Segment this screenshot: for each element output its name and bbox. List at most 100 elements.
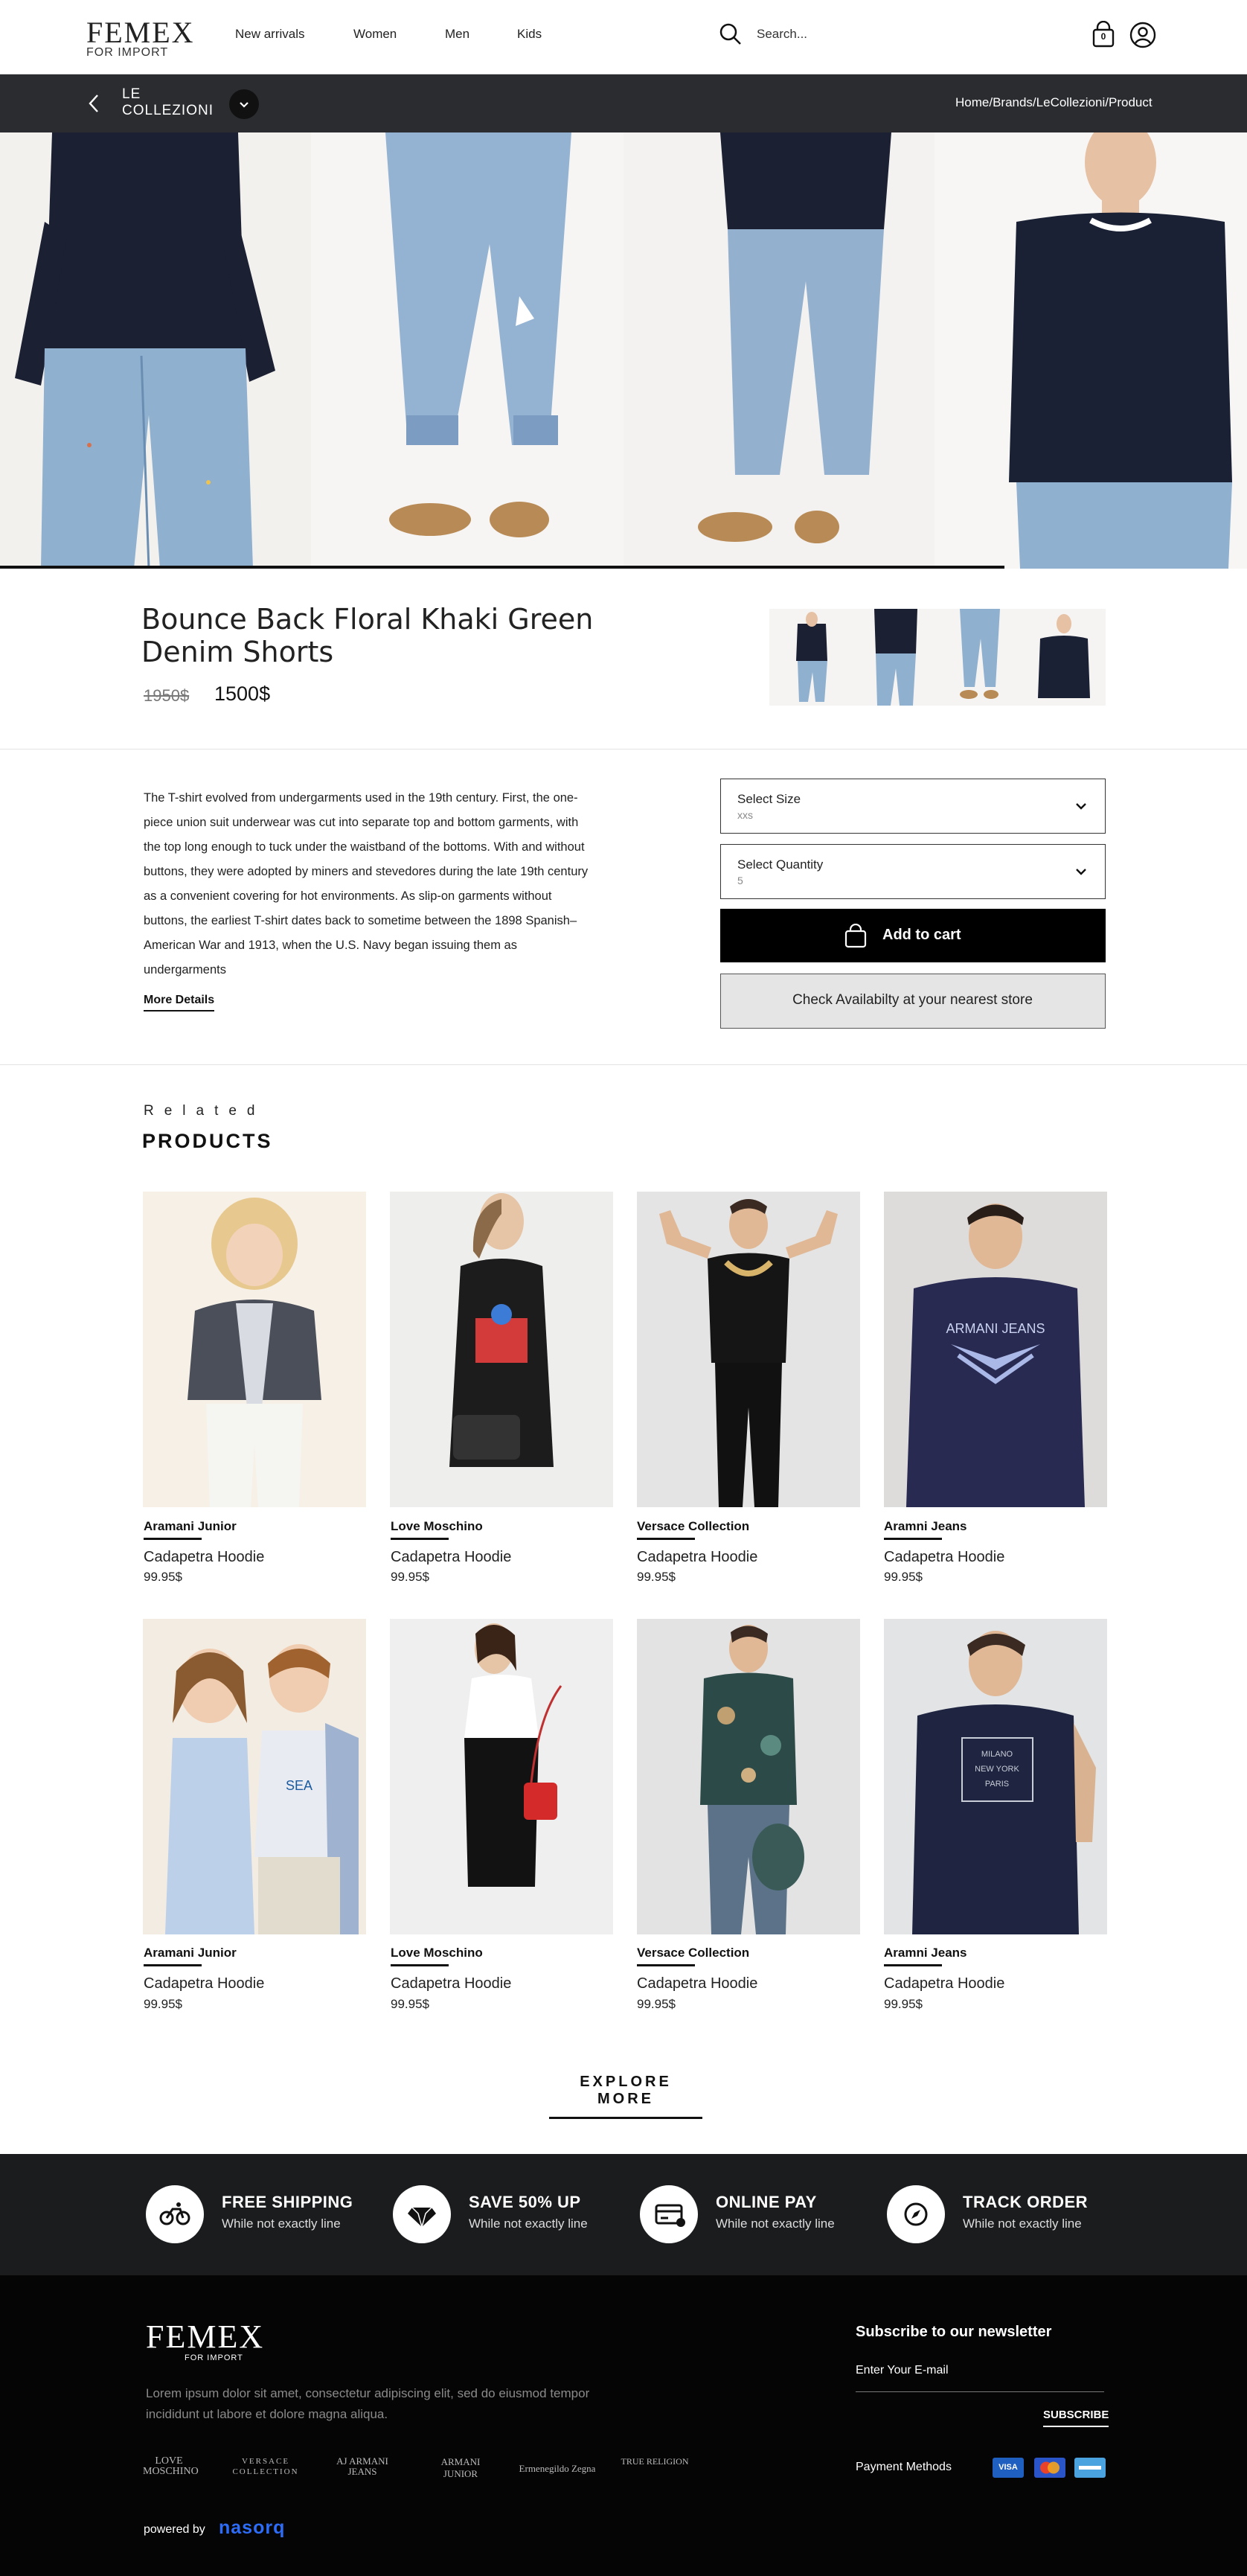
product-card-name[interactable]: Cadapetra Hoodie <box>144 1975 264 1992</box>
product-card-name[interactable]: Cadapetra Hoodie <box>884 1975 1004 1992</box>
product-card-image[interactable]: MILANO NEW YORK PARIS <box>884 1619 1107 1934</box>
subscribe-button[interactable]: SUBSCRIBE <box>1043 2409 1109 2427</box>
brand-name[interactable]: LE COLLEZIONI <box>122 86 214 119</box>
product-card-name[interactable]: Cadapetra Hoodie <box>144 1549 264 1566</box>
site-header: FEMEX FOR IMPORT New arrivals Women Men … <box>0 0 1247 74</box>
product-card-image[interactable]: ARMANI JEANS <box>884 1192 1107 1507</box>
size-select-label: Select Size <box>737 792 801 806</box>
svg-text:PARIS: PARIS <box>985 1780 1009 1789</box>
product-card-brand[interactable]: Love Moschino <box>391 1519 483 1534</box>
product-card-brand[interactable]: Versace Collection <box>637 1946 749 1960</box>
product-card-underline <box>391 1538 449 1540</box>
hero-image-4 <box>935 132 1247 569</box>
nav-new-arrivals[interactable]: New arrivals <box>235 27 305 42</box>
thumbnail-2[interactable] <box>853 609 937 706</box>
newsletter-title: Subscribe to our newsletter <box>856 2324 1052 2340</box>
product-card-price: 99.95$ <box>391 1997 429 2011</box>
hero-image-1 <box>0 132 311 569</box>
bag-icon <box>844 924 867 948</box>
powered-by-label: powered by <box>144 2523 205 2536</box>
size-select[interactable]: Select Size xxs <box>720 779 1106 834</box>
product-thumbnails <box>769 609 1106 706</box>
product-card-name[interactable]: Cadapetra Hoodie <box>391 1549 511 1566</box>
nav-men[interactable]: Men <box>445 27 469 42</box>
hero-gallery[interactable] <box>0 132 1247 569</box>
product-card-price: 99.95$ <box>144 1997 182 2011</box>
feature-subtitle: While not exactly line <box>716 2217 835 2231</box>
brand-logo[interactable]: TRUE RELIGION <box>621 2456 689 2467</box>
product-title-line2: Denim Shorts <box>141 636 334 668</box>
brand-logo[interactable]: LOVE MOSCHINO <box>143 2456 199 2477</box>
cart-icon[interactable]: 0 <box>1091 20 1116 49</box>
product-card-price: 99.95$ <box>637 1570 676 1584</box>
product-card-image[interactable] <box>637 1192 860 1507</box>
chevron-down-icon <box>1076 869 1086 875</box>
product-card-brand[interactable]: Aramni Jeans <box>884 1519 967 1534</box>
product-card-brand[interactable]: Aramani Junior <box>144 1519 237 1534</box>
product-card-name[interactable]: Cadapetra Hoodie <box>637 1549 757 1566</box>
brand-logo[interactable]: VERSACE COLLECTION <box>232 2456 299 2477</box>
product-card-underline <box>637 1964 695 1966</box>
powered-by-brand[interactable]: nasorq <box>219 2517 285 2539</box>
product-card-brand[interactable]: Versace Collection <box>637 1519 749 1534</box>
brand-logo[interactable]: Ermenegildo Zegna <box>516 2464 598 2474</box>
section-divider <box>0 1064 1247 1065</box>
product-card-price: 99.95$ <box>884 1570 923 1584</box>
nav-women[interactable]: Women <box>353 27 397 42</box>
footer-logo[interactable]: FEMEX FOR IMPORT <box>146 2321 264 2363</box>
product-card-image[interactable] <box>390 1619 613 1934</box>
account-icon[interactable] <box>1129 22 1156 48</box>
explore-more-button[interactable]: EXPLORE MORE <box>549 2074 702 2119</box>
more-details-link[interactable]: More Details <box>144 994 215 1011</box>
breadcrumb[interactable]: Home/Brands/LeCollezioni/Product <box>955 95 1153 110</box>
brand-logo[interactable]: AJ ARMANI JEANS <box>329 2456 396 2477</box>
product-card-image[interactable] <box>390 1192 613 1507</box>
product-card-image[interactable] <box>143 1192 366 1507</box>
logo-tagline: FOR IMPORT <box>86 46 169 59</box>
brand-logo[interactable]: ARMANI JUNIOR <box>435 2456 487 2480</box>
logo-wordmark: FEMEX <box>86 16 195 49</box>
hero-image-2 <box>311 132 624 569</box>
svg-text:NEW YORK: NEW YORK <box>975 1765 1019 1774</box>
product-card-name[interactable]: Cadapetra Hoodie <box>637 1975 757 1992</box>
check-availability-button[interactable]: Check Availabilty at your nearest store <box>720 974 1106 1029</box>
svg-text:ARMANI JEANS: ARMANI JEANS <box>946 1321 1045 1336</box>
product-card-brand[interactable]: Aramani Junior <box>144 1946 237 1960</box>
search-input[interactable]: Search... <box>757 27 807 42</box>
cart-count: 0 <box>1100 31 1106 42</box>
brand-dropdown-button[interactable] <box>229 89 259 119</box>
product-card-name[interactable]: Cadapetra Hoodie <box>391 1975 511 1992</box>
thumbnail-1[interactable] <box>769 609 853 706</box>
feature-title: ONLINE PAY <box>716 2193 817 2211</box>
current-price: 1500$ <box>214 683 271 705</box>
product-card-underline <box>637 1538 695 1540</box>
product-title-line1: Bounce Back Floral Khaki Green <box>141 603 594 636</box>
product-card-underline <box>144 1538 202 1540</box>
product-card-image[interactable] <box>637 1619 860 1934</box>
thumbnail-4[interactable] <box>1022 609 1106 706</box>
product-card-underline <box>391 1964 449 1966</box>
product-card-image[interactable]: SEA <box>143 1619 366 1934</box>
search-icon[interactable] <box>719 22 748 52</box>
quantity-select[interactable]: Select Quantity 5 <box>720 844 1106 899</box>
product-title: Bounce Back Floral Khaki Green Denim Sho… <box>141 603 593 668</box>
footer-description: Lorem ipsum dolor sit amet, consectetur … <box>146 2386 590 2421</box>
add-to-cart-button[interactable]: Add to cart <box>720 909 1106 962</box>
svg-text:SEA: SEA <box>286 1778 312 1793</box>
newsletter-email-input[interactable]: Enter Your E-mail <box>856 2364 1104 2392</box>
site-logo[interactable]: FEMEX FOR IMPORT <box>86 16 195 59</box>
feature-title: SAVE 50% UP <box>469 2193 581 2211</box>
product-card-name[interactable]: Cadapetra Hoodie <box>884 1549 1004 1566</box>
nav-kids[interactable]: Kids <box>517 27 542 42</box>
old-price: 1950$ <box>144 686 190 705</box>
compass-icon <box>887 2185 945 2243</box>
brand-name-line1: LE <box>122 86 141 102</box>
product-card-price: 99.95$ <box>637 1997 676 2011</box>
back-chevron-icon[interactable] <box>86 92 101 115</box>
gallery-progress-bar <box>0 566 1004 569</box>
thumbnail-3[interactable] <box>937 609 1022 706</box>
product-card-brand[interactable]: Aramni Jeans <box>884 1946 967 1960</box>
product-description: The T-shirt evolved from undergarments u… <box>144 791 589 977</box>
related-kicker: Related <box>144 1103 266 1119</box>
product-card-brand[interactable]: Love Moschino <box>391 1946 483 1960</box>
